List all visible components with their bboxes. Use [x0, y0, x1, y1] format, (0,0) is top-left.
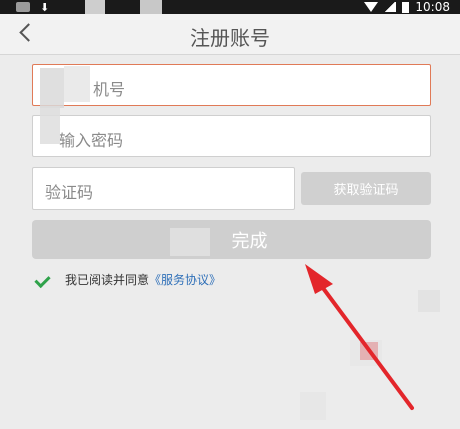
get-code-button[interactable]: 获取验证码 [301, 172, 431, 205]
status-icons-right: 10:08 [364, 0, 450, 14]
status-icons-left: ⬇ [16, 0, 49, 14]
verification-code-input[interactable]: 验证码 [32, 167, 295, 210]
image-notification-icon [16, 2, 30, 12]
wifi-icon [364, 2, 379, 12]
app-header: 注册账号 [0, 14, 460, 55]
finish-button[interactable]: 完成 [32, 220, 431, 259]
mosaic-block [85, 0, 105, 14]
agreement-row: 我已阅读并同意 《服务协议》 [34, 271, 221, 288]
password-placeholder: 输入密码 [59, 131, 124, 150]
download-icon: ⬇ [40, 0, 50, 14]
mosaic-block [64, 66, 90, 102]
mosaic-block [40, 108, 60, 144]
checkmark-icon [34, 271, 51, 288]
finish-label: 完成 [231, 230, 268, 252]
battery-icon [402, 1, 410, 13]
phone-placeholder: 机号 [93, 80, 126, 99]
page-title: 注册账号 [190, 26, 270, 50]
code-placeholder: 验证码 [45, 183, 94, 202]
signal-icon [384, 2, 397, 12]
phone-input[interactable]: 机号 [32, 64, 431, 106]
status-bar: ⬇ 10:08 [0, 0, 460, 14]
mosaic-block [170, 228, 210, 256]
agreement-text: 我已阅读并同意 [65, 273, 150, 287]
mosaic-block [360, 342, 378, 360]
mosaic-block [300, 392, 326, 420]
agree-checkbox[interactable] [34, 271, 51, 288]
mosaic-block [418, 290, 440, 312]
mosaic-block [40, 68, 64, 108]
mosaic-block [140, 0, 162, 14]
service-agreement-link[interactable]: 《服务协议》 [149, 271, 221, 288]
status-time: 10:08 [415, 0, 450, 14]
password-input[interactable]: 输入密码 [32, 115, 431, 157]
